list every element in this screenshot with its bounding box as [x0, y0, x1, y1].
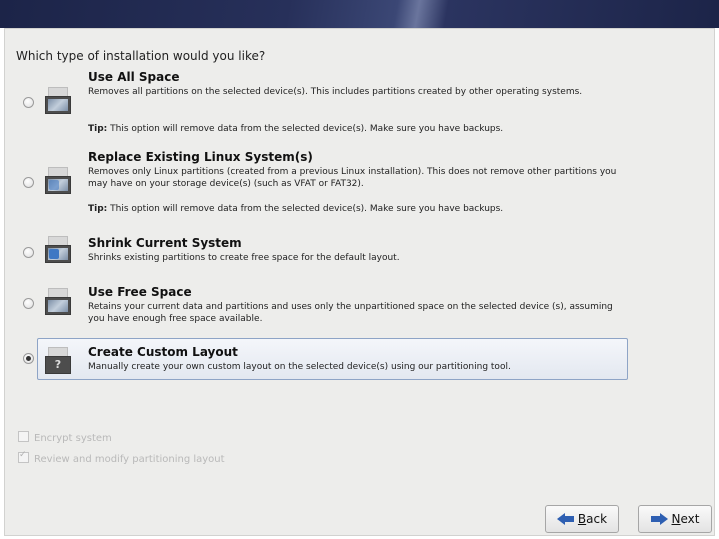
tip-label: Tip: — [88, 124, 108, 134]
page-question: Which type of installation would you lik… — [16, 49, 266, 63]
drive-custom-icon: ? — [45, 347, 71, 375]
back-button[interactable]: Back — [545, 505, 619, 533]
drive-replace-icon — [45, 167, 71, 195]
radio-shrink-current[interactable] — [23, 247, 34, 258]
checkbox-box[interactable] — [18, 431, 29, 442]
checkbox-label: Encrypt system — [34, 433, 112, 444]
option-tip: Tip: This option will remove data from t… — [88, 204, 503, 214]
radio-replace-linux[interactable] — [23, 177, 34, 188]
tip-text: This option will remove data from the se… — [107, 204, 504, 214]
checkbox-box[interactable] — [18, 450, 29, 463]
option-title: Shrink Current System — [88, 236, 242, 250]
back-button-mnemonic: B — [577, 512, 587, 526]
option-tip: Tip: This option will remove data from t… — [88, 124, 503, 134]
option-description: Retains your current data and partitions… — [88, 302, 613, 324]
tip-label: Tip: — [88, 204, 108, 214]
option-use-all-space[interactable]: Use All Space Removes all partitions on … — [14, 70, 628, 136]
encrypt-system-checkbox[interactable]: Encrypt system — [18, 431, 112, 444]
arrow-right-icon — [650, 513, 669, 525]
next-button[interactable]: Next — [638, 505, 712, 533]
option-description: Removes all partitions on the selected d… — [88, 87, 583, 97]
drive-erase-icon — [45, 87, 71, 115]
option-create-custom-layout[interactable]: ? Create Custom Layout Manually create y… — [14, 345, 628, 377]
option-title: Replace Existing Linux System(s) — [88, 150, 313, 164]
drive-freespace-icon — [45, 288, 71, 316]
radio-create-custom-layout[interactable] — [23, 353, 34, 364]
checkbox-label: Review and modify partitioning layout — [34, 454, 225, 465]
arrow-left-icon — [556, 513, 575, 525]
drive-shrink-icon — [45, 236, 71, 264]
option-description: Manually create your own custom layout o… — [88, 362, 511, 372]
radio-use-all-space[interactable] — [23, 97, 34, 108]
option-use-free-space[interactable]: Use Free Space Retains your current data… — [14, 285, 628, 329]
option-description: Removes only Linux partitions (created f… — [88, 167, 617, 189]
header-banner — [0, 0, 719, 28]
option-shrink-current[interactable]: Shrink Current System Shrinks existing p… — [14, 236, 628, 272]
radio-use-free-space[interactable] — [23, 298, 34, 309]
option-title: Use Free Space — [88, 285, 192, 299]
next-button-label: ext — [680, 512, 700, 526]
option-description: Shrinks existing partitions to create fr… — [88, 253, 400, 263]
back-button-label: ack — [586, 512, 608, 526]
next-button-mnemonic: N — [671, 512, 681, 526]
option-title: Create Custom Layout — [88, 345, 238, 359]
option-title: Use All Space — [88, 70, 180, 84]
option-replace-linux[interactable]: Replace Existing Linux System(s) Removes… — [14, 150, 628, 216]
tip-text: This option will remove data from the se… — [107, 124, 504, 134]
review-partitioning-checkbox[interactable]: Review and modify partitioning layout — [18, 450, 225, 465]
